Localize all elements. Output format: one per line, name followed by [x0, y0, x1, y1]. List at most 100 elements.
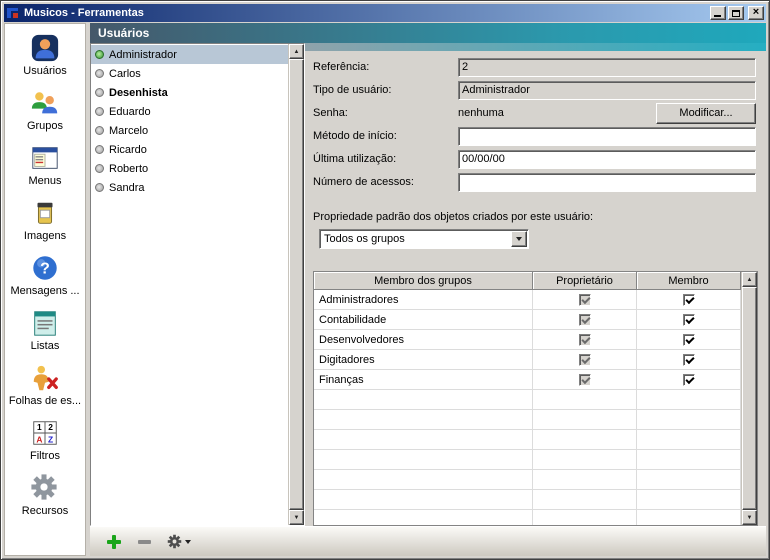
user-list-item[interactable]: Carlos: [91, 64, 288, 83]
metodo-inicio-input[interactable]: [458, 127, 756, 146]
app-icon[interactable]: [6, 6, 20, 20]
main-panel: Usuários Administrador Carlos: [90, 23, 766, 556]
senha-value: nenhuma: [458, 107, 504, 119]
default-group-combobox[interactable]: Todos os grupos: [319, 229, 529, 249]
proprietario-checkbox: [579, 334, 591, 346]
sidebar-item-recursos[interactable]: Recursos: [5, 470, 85, 525]
add-user-button[interactable]: [106, 534, 122, 550]
ultima-utilizacao-input[interactable]: [458, 150, 756, 169]
add-icon: [106, 534, 122, 550]
proprietario-cell: [533, 370, 637, 389]
column-header-proprietario[interactable]: Proprietário: [533, 272, 637, 290]
numero-acessos-input[interactable]: [458, 173, 756, 192]
scroll-down-button[interactable]: ▼: [289, 510, 304, 525]
proprietario-cell: [533, 310, 637, 329]
user-list-scrollbar[interactable]: ▲ ▼: [288, 44, 304, 525]
scrollbar-thumb[interactable]: [742, 287, 757, 510]
membro-checkbox[interactable]: [683, 354, 695, 366]
maximize-icon: [732, 10, 740, 17]
user-list-item[interactable]: Administrador: [91, 45, 288, 64]
sidebar-item-listas[interactable]: Listas: [5, 305, 85, 360]
table-row[interactable]: Administradores: [314, 290, 741, 310]
chevron-down-icon: [516, 237, 522, 241]
column-header-membro[interactable]: Membro: [637, 272, 741, 290]
sidebar-item-folhas-de-estilo[interactable]: Folhas de es...: [5, 360, 85, 415]
membro-cell: [637, 290, 741, 309]
table-row[interactable]: Finanças: [314, 370, 741, 390]
table-row[interactable]: Contabilidade: [314, 310, 741, 330]
field-label: Método de início:: [313, 130, 458, 142]
user-list-item[interactable]: Roberto: [91, 159, 288, 178]
membro-checkbox[interactable]: [683, 294, 695, 306]
table-row-empty: [314, 450, 741, 470]
table-row[interactable]: Digitadores: [314, 350, 741, 370]
membro-checkbox[interactable]: [683, 334, 695, 346]
sidebar-item-filtros[interactable]: 1 2 A Z Filtros: [5, 415, 85, 470]
modify-password-button[interactable]: Modificar...: [656, 103, 756, 124]
field-row-metodo-inicio: Método de início:: [313, 126, 756, 146]
sidebar-item-usuarios[interactable]: Usuários: [5, 30, 85, 85]
user-details-panel: Referência: 2 Tipo de usuário: Administr…: [305, 43, 766, 526]
lists-icon: [30, 308, 60, 338]
scrollbar-thumb[interactable]: [289, 59, 304, 510]
proprietario-cell: [533, 290, 637, 309]
table-body: Administradores Contabilidade: [314, 290, 741, 525]
sidebar-item-label: Usuários: [23, 65, 66, 77]
table-row-empty: [314, 510, 741, 525]
proprietario-checkbox: [579, 354, 591, 366]
sidebar-item-grupos[interactable]: Grupos: [5, 85, 85, 140]
membro-checkbox[interactable]: [683, 314, 695, 326]
sidebar-item-mensagens[interactable]: ? Mensagens ...: [5, 250, 85, 305]
user-list-item[interactable]: Eduardo: [91, 102, 288, 121]
arrow-up-icon: ▲: [294, 49, 300, 55]
scroll-up-button[interactable]: ▲: [289, 44, 304, 59]
maximize-button[interactable]: [728, 6, 744, 20]
remove-user-button[interactable]: [138, 540, 151, 544]
proprietario-cell: [533, 350, 637, 369]
table-row[interactable]: Desenvolvedores: [314, 330, 741, 350]
table-row-empty: [314, 490, 741, 510]
table-scrollbar[interactable]: ▲ ▼: [741, 272, 757, 525]
table-row-empty: [314, 470, 741, 490]
settings-gear-icon: [167, 534, 182, 549]
sidebar-item-imagens[interactable]: Imagens: [5, 195, 85, 250]
membro-cell: [637, 330, 741, 349]
user-dot-icon: [95, 126, 104, 135]
membro-checkbox[interactable]: [683, 374, 695, 386]
panel-title: Usuários: [98, 26, 149, 40]
user-dot-icon: [95, 164, 104, 173]
scroll-down-button[interactable]: ▼: [742, 510, 757, 525]
column-header-membro-dos-grupos[interactable]: Membro dos grupos: [314, 272, 533, 290]
proprietario-cell: [533, 330, 637, 349]
chevron-down-icon: [185, 540, 191, 544]
field-label: Última utilização:: [313, 153, 458, 165]
field-row-senha: Senha: nenhuma Modificar...: [313, 103, 756, 123]
minimize-icon: [714, 15, 721, 17]
membro-cell: [637, 350, 741, 369]
svg-text:2: 2: [48, 422, 53, 432]
sidebar-item-label: Mensagens ...: [10, 285, 79, 297]
settings-menu-button[interactable]: [167, 534, 191, 549]
arrow-down-icon: ▼: [747, 515, 753, 521]
sidebar-item-menus[interactable]: Menus: [5, 140, 85, 195]
user-list-item[interactable]: Desenhista: [91, 83, 288, 102]
window: Musicos - Ferramentas × Usuários: [0, 0, 770, 560]
close-button[interactable]: ×: [748, 6, 764, 20]
svg-text:?: ?: [40, 261, 50, 278]
close-icon: ×: [753, 7, 759, 18]
bottom-toolbar: [90, 526, 766, 556]
group-name-cell: Desenvolvedores: [314, 330, 533, 349]
user-list-item[interactable]: Sandra: [91, 178, 288, 197]
group-name-cell: Digitadores: [314, 350, 533, 369]
sidebar-item-label: Recursos: [22, 505, 68, 517]
field-label: Número de acessos:: [313, 176, 458, 188]
combobox-dropdown-button[interactable]: [511, 231, 527, 247]
field-label: Senha:: [313, 107, 458, 119]
details-header-strip: [305, 43, 766, 51]
tipo-usuario-field: Administrador: [458, 81, 756, 100]
user-list-item[interactable]: Ricardo: [91, 140, 288, 159]
user-list-item[interactable]: Marcelo: [91, 121, 288, 140]
proprietario-checkbox: [579, 294, 591, 306]
minimize-button[interactable]: [710, 6, 726, 20]
scroll-up-button[interactable]: ▲: [742, 272, 757, 287]
